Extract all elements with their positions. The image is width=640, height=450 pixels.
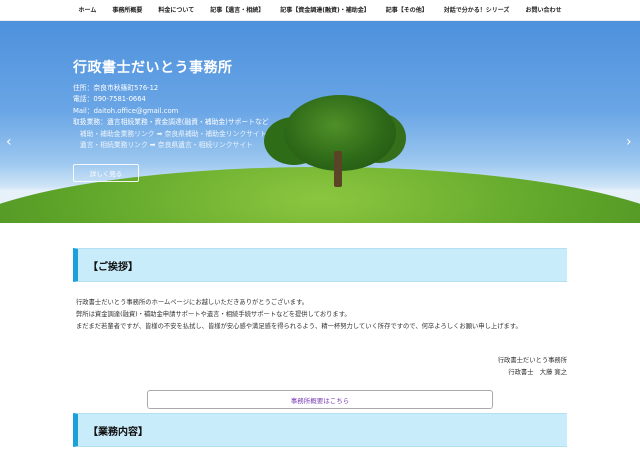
top-navigation: ホーム 事務所概要 料金について 記事【遺言・相続】 記事【資金調達(融資)・補… xyxy=(0,0,640,21)
hero-services: 取扱業務：遺言相続業務・資金調達(融資・補助金)サポートなど xyxy=(73,118,269,126)
greeting-signature: 行政書士だいとう事務所 行政書士 大藤 寛之 xyxy=(498,355,567,379)
nav-item-articles-funding[interactable]: 記事【資金調達(融資)・補助金】 xyxy=(272,0,378,21)
hero-title: 行政書士だいとう事務所 xyxy=(73,60,233,76)
greeting-text: 行政書士だいとう事務所のホームページにお越しいただきありがとうございます。 弊所… xyxy=(76,297,570,333)
hero-tree-trunk xyxy=(334,151,342,187)
nav-item-contact[interactable]: お問い合わせ xyxy=(517,0,569,21)
hero-link-subsidy[interactable]: 補助・補助金業務リンク ➡ 奈良県補助・補助金リンクサイト xyxy=(73,129,269,141)
hero-phone: 電話：090-7581-0664 xyxy=(73,95,146,103)
nav-item-home[interactable]: ホーム xyxy=(71,0,105,21)
slider-next-arrow-icon[interactable]: › xyxy=(626,134,632,150)
signature-name: 行政書士 大藤 寛之 xyxy=(508,369,567,376)
hero-email[interactable]: Mail：daitoh.office@gmail.com xyxy=(73,106,269,118)
greeting-paragraph-1: 行政書士だいとう事務所のホームページにお越しいただきありがとうございます。 xyxy=(76,299,309,306)
nav-item-fees[interactable]: 料金について xyxy=(150,0,202,21)
office-overview-button[interactable]: 事務所概要はこちら xyxy=(147,390,493,409)
signature-office: 行政書士だいとう事務所 xyxy=(497,357,567,364)
nav-item-office-overview[interactable]: 事務所概要 xyxy=(104,0,150,21)
hero-address: 住所：奈良市秋篠町576-12 xyxy=(73,83,159,92)
greeting-paragraph-3: まだまだ若輩者ですが、皆様の不安を払拭し、皆様が安心感や満足感を得られるよう、精… xyxy=(76,323,522,330)
greeting-heading: 【ご挨拶】 xyxy=(73,248,567,282)
hero-link-inheritance[interactable]: 遺言・相続業務リンク ➡ 奈良県遺言・相続リンクサイト xyxy=(73,140,269,152)
hero-detail-button[interactable]: 詳しく見る xyxy=(73,164,139,182)
hero-slider: 行政書士だいとう事務所 住所：奈良市秋篠町576-12 電話：090-7581-… xyxy=(0,21,640,223)
slider-prev-arrow-icon[interactable]: ‹ xyxy=(6,134,12,150)
nav-item-articles-other[interactable]: 記事【その他】 xyxy=(378,0,436,21)
nav-item-articles-inheritance[interactable]: 記事【遺言・相続】 xyxy=(202,0,272,21)
nav-item-dialog-series[interactable]: 対話で分かる！シリーズ xyxy=(436,0,518,21)
hero-caption: 行政書士だいとう事務所 住所：奈良市秋篠町576-12 電話：090-7581-… xyxy=(73,60,269,152)
services-heading: 【業務内容】 xyxy=(73,413,567,447)
greeting-paragraph-2: 弊所は資金調達(融資)・補助金申請サポートや遺言・相続手続サポートなどを提供して… xyxy=(76,311,351,318)
